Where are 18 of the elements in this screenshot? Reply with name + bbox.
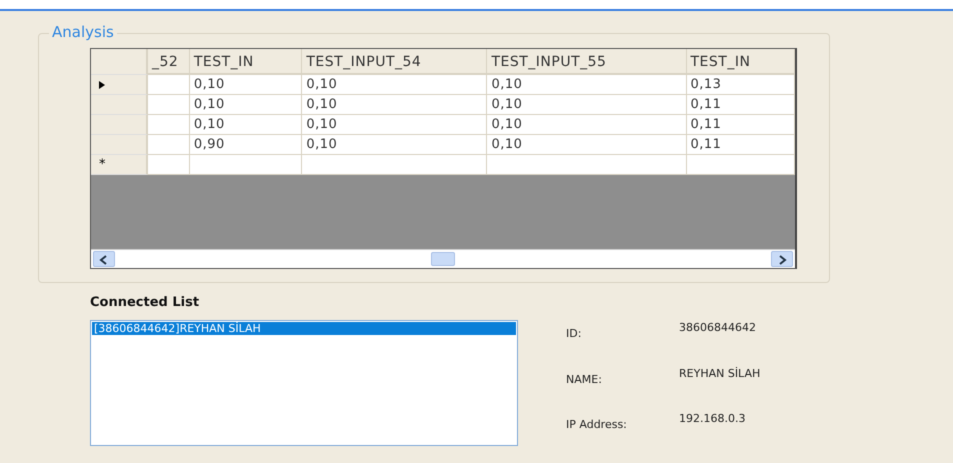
field-value: 192.168.0.3 [679, 412, 746, 428]
scroll-right-button[interactable] [771, 251, 793, 267]
field-label: NAME: [565, 372, 603, 388]
list-item[interactable]: [38606844642]REYHAN SİLAH [92, 322, 516, 335]
field-value: REYHAN SİLAH [679, 366, 760, 382]
scroll-thumb[interactable] [431, 252, 455, 266]
row-header[interactable] [91, 75, 148, 95]
group-title: Analysis [49, 23, 117, 41]
scroll-left-button[interactable] [93, 251, 115, 267]
list-title: Connected List [90, 295, 200, 310]
connected-list[interactable]: [38606844642]REYHAN SİLAH [90, 320, 518, 446]
new-row-header[interactable]: * [91, 155, 148, 175]
horizontal-scrollbar[interactable] [91, 249, 795, 268]
field-label: IP Address: [565, 418, 628, 434]
table-cell [148, 155, 190, 175]
field-label: ID: [565, 327, 582, 342]
current-row-icon [99, 80, 105, 88]
field-value: 38606844642 [679, 321, 757, 336]
